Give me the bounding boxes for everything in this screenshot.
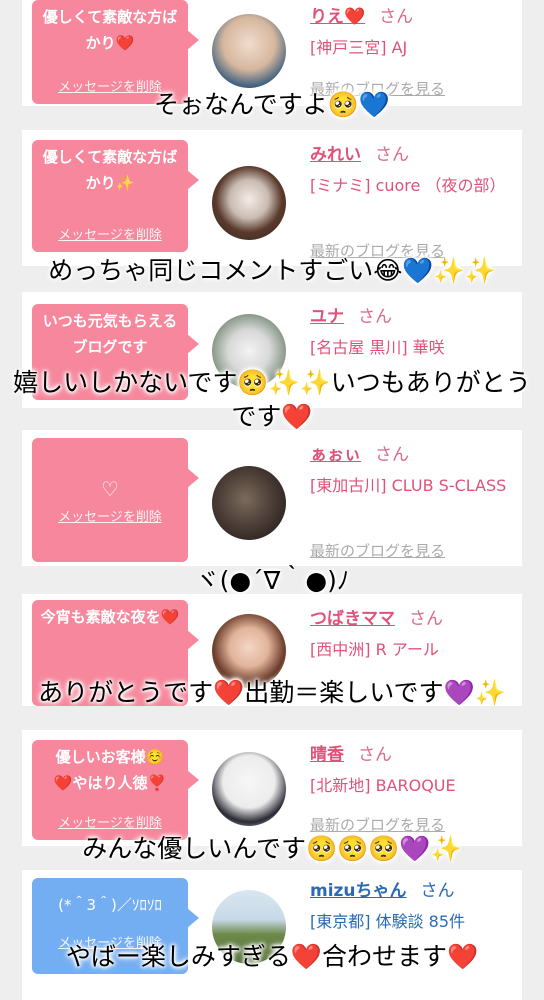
delete-message-link[interactable]: メッセージを削除 [32,936,188,952]
message-card: 優しいお客様☺️❤️やはり人徳❣️ メッセージを削除 晴香 さん [北新地] BA… [22,730,522,846]
message-bubble: いつも元気もらえるブログです [32,304,199,400]
san-label: さん [375,445,409,465]
avatar[interactable] [212,466,286,540]
message-text: 優しいお客様☺️❤️やはり人徳❣️ [53,748,167,792]
avatar[interactable] [212,890,286,964]
avatar[interactable] [212,166,286,240]
overlay-caption: ヾ(●´∇｀●)ﾉ [194,566,350,595]
message-bubble: 優しくて素敵な方ばかり❤️ メッセージを削除 [32,0,199,104]
delete-message-link[interactable]: メッセージを削除 [32,510,188,526]
user-name-link[interactable]: ユナ [310,307,344,327]
store-label: [神戸三宮] AJ [310,38,408,57]
latest-blog-link[interactable]: 最新のブログを見る [310,814,445,835]
san-label: さん [375,145,409,165]
message-bubble: ♡ メッセージを削除 [32,438,199,562]
delete-message-link[interactable]: メッセージを削除 [32,816,188,832]
store-label: [東京都] 体験談 85件 [310,912,466,931]
user-name-link[interactable]: ぁぉぃ [310,445,361,465]
avatar[interactable] [212,14,286,88]
message-card: いつも元気もらえるブログです ユナ さん [名古屋 黒川] 華咲 [22,292,522,408]
store-label: [北新地] BAROQUE [310,776,456,795]
message-text: 優しくて素敵な方ばかり✨ [42,148,178,192]
avatar[interactable] [212,614,286,688]
message-card: 優しくて素敵な方ばかり❤️ メッセージを削除 りえ❤️ さん [神戸三宮] AJ … [22,0,522,106]
message-text: いつも元気もらえるブログです [42,312,178,356]
store-label: [名古屋 黒川] 華咲 [310,338,445,357]
message-bubble: 優しくて素敵な方ばかり✨ メッセージを削除 [32,140,199,252]
message-bubble: 今宵も素敵な夜を❤️ [32,600,199,706]
san-label: さん [358,745,392,765]
san-label: さん [358,307,392,327]
message-text: ♡ [101,477,119,501]
avatar[interactable] [212,752,286,826]
san-label: さん [409,609,443,629]
latest-blog-link[interactable]: 最新のブログを見る [310,240,445,261]
message-bubble: (*＾3＾)／ｿﾛｿﾛ メッセージを削除 [32,878,199,974]
avatar[interactable] [212,314,286,388]
message-card: ♡ メッセージを削除 ぁぉぃ さん [東加古川] CLUB S-CLASS 最新の… [22,430,522,566]
san-label: さん [379,7,414,27]
store-label: [西中洲] R アール [310,640,439,659]
store-label: [ミナミ] cuore （夜の部） [310,176,506,195]
user-name-link[interactable]: 晴香 [310,745,344,765]
message-text: 今宵も素敵な夜を❤️ [40,608,180,626]
user-name-link[interactable]: りえ❤️ [310,7,365,27]
message-card: (*＾3＾)／ｿﾛｿﾛ メッセージを削除 mizuちゃん さん [東京都] 体験談… [22,870,522,1000]
message-bubble: 優しいお客様☺️❤️やはり人徳❣️ メッセージを削除 [32,740,199,840]
delete-message-link[interactable]: メッセージを削除 [32,80,188,96]
message-card: 今宵も素敵な夜を❤️ つばきママ さん [西中洲] R アール [22,594,522,706]
user-name-link[interactable]: mizuちゃん [310,881,407,901]
user-name-link[interactable]: みれい [310,145,361,165]
san-label: さん [420,881,455,901]
user-name-link[interactable]: つばきママ [310,609,395,629]
delete-message-link[interactable]: メッセージを削除 [32,228,188,244]
message-text: 優しくて素敵な方ばかり❤️ [42,8,178,52]
latest-blog-link[interactable]: 最新のブログを見る [310,78,445,99]
store-label: [東加古川] CLUB S-CLASS [310,476,507,495]
message-card: 優しくて素敵な方ばかり✨ メッセージを削除 みれい さん [ミナミ] cuore … [22,130,522,266]
message-text: (*＾3＾)／ｿﾛｿﾛ [58,896,162,914]
latest-blog-link[interactable]: 最新のブログを見る [310,540,445,561]
